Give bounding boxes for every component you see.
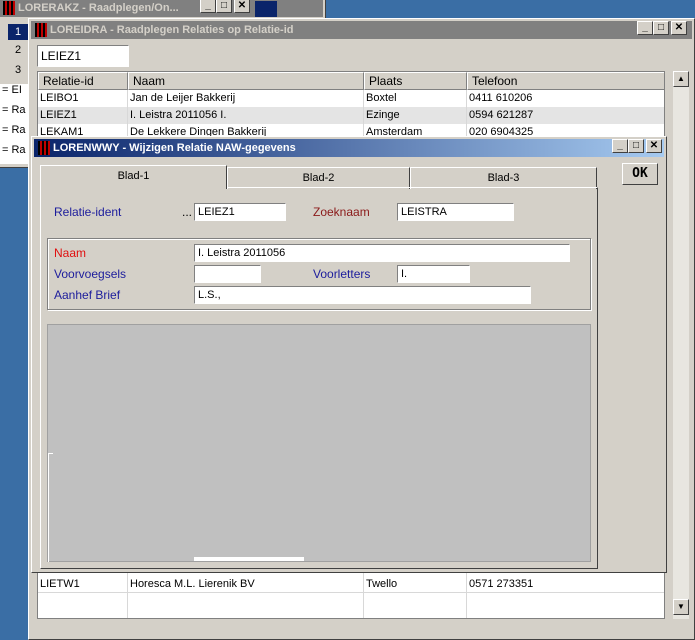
- titlebar-lorenwwy[interactable]: LORENWWY - Wijzigen Relatie NAW-gegevens: [34, 139, 664, 157]
- maximize-button[interactable]: □: [628, 139, 644, 153]
- scroll-up-arrow-icon[interactable]: ▲: [673, 71, 689, 87]
- cell-relatie-id: LEIBO1: [40, 92, 79, 104]
- window-lorenwwy: LORENWWY - Wijzigen Relatie NAW-gegevens…: [31, 136, 667, 573]
- system-menu-icon[interactable]: [3, 1, 15, 15]
- relatie-ident-label: Relatie-ident: [54, 205, 122, 219]
- close-button[interactable]: ✕: [646, 139, 662, 153]
- column-header-naam[interactable]: Naam: [128, 72, 364, 90]
- voorvoegsels-field[interactable]: [194, 265, 261, 283]
- minimize-button[interactable]: _: [612, 139, 628, 153]
- column-header-plaats[interactable]: Plaats: [364, 72, 467, 90]
- taskbar-strip: [255, 1, 277, 17]
- vertical-scrollbar[interactable]: ▲ ▼: [673, 71, 689, 619]
- voorletters-field[interactable]: I.: [397, 265, 470, 283]
- window-title: LORENWWY - Wijzigen Relatie NAW-gegevens: [53, 142, 296, 154]
- naam-field[interactable]: I. Leistra 2011056: [194, 244, 570, 262]
- row-number[interactable]: 1: [8, 24, 28, 40]
- column-header-telefoon[interactable]: Telefoon: [467, 72, 664, 90]
- voorvoegsels-label: Voorvoegsels: [54, 267, 127, 281]
- window-title: LOREIDRA - Raadplegen Relaties op Relati…: [50, 24, 294, 36]
- scroll-down-arrow-icon[interactable]: ▼: [673, 599, 689, 615]
- size-grip[interactable]: [655, 619, 673, 635]
- tab-blad-3[interactable]: Blad-3: [410, 167, 597, 189]
- side-label: = EI: [2, 84, 22, 96]
- table-row-selected[interactable]: LEIEZ1 I. Leistra 2011056 I. Ezinge 0594…: [38, 107, 664, 124]
- system-menu-icon[interactable]: [35, 23, 47, 37]
- relatie-ident-field[interactable]: LEIEZ1: [194, 203, 286, 221]
- cell-plaats: Ezinge: [366, 109, 400, 121]
- cell-naam: I. Leistra 2011056 I.: [130, 109, 227, 121]
- zoeknaam-field[interactable]: LEISTRA: [397, 203, 514, 221]
- cell-naam: Horesca M.L. Lierenik BV: [130, 578, 255, 590]
- close-button[interactable]: ✕: [234, 0, 250, 13]
- side-label: = Ra: [2, 144, 26, 156]
- cell-relatie-id: LEIEZ1: [40, 109, 77, 121]
- system-menu-icon[interactable]: [38, 141, 50, 155]
- minimize-button[interactable]: _: [637, 21, 653, 35]
- tab-blad-1[interactable]: Blad-1: [40, 165, 227, 189]
- row-number[interactable]: 3: [8, 64, 28, 76]
- row-divider: [38, 592, 664, 593]
- cell-telefoon: 0411 610206: [469, 92, 533, 104]
- maximize-button[interactable]: □: [216, 0, 232, 13]
- titlebar-loreidra[interactable]: LOREIDRA - Raadplegen Relaties op Relati…: [31, 21, 692, 39]
- ok-button[interactable]: OK: [622, 163, 658, 185]
- minimize-button[interactable]: _: [200, 0, 216, 13]
- zoeknaam-label: Zoeknaam: [313, 205, 370, 219]
- cell-naam: Jan de Leijer Bakkerij: [130, 92, 236, 104]
- close-button[interactable]: ✕: [671, 21, 687, 35]
- column-header-relatie-id[interactable]: Relatie-id: [38, 72, 128, 90]
- inner-frame-line: [48, 453, 53, 562]
- tab-blad-2[interactable]: Blad-2: [227, 167, 410, 189]
- side-label: = Ra: [2, 104, 26, 116]
- cell-telefoon: 0571 273351: [469, 578, 534, 590]
- table-row[interactable]: LEIBO1 Jan de Leijer Bakkerij Boxtel 041…: [38, 90, 664, 107]
- table-row[interactable]: LIETW1 Horesca M.L. Lierenik BV Twello 0…: [38, 576, 664, 593]
- relatie-search-input[interactable]: LEIEZ1: [37, 45, 129, 67]
- voorletters-label: Voorletters: [313, 267, 371, 281]
- tab-panel: Relatie-ident ... LEIEZ1 Zoeknaam LEISTR…: [40, 187, 598, 569]
- side-label: = Ra: [2, 124, 26, 136]
- maximize-button[interactable]: □: [653, 21, 669, 35]
- row-number[interactable]: 2: [8, 44, 28, 56]
- hidden-field-edge: [194, 557, 304, 561]
- relatie-ident-dots: ...: [182, 205, 193, 219]
- cell-plaats: Twello: [366, 578, 398, 590]
- window-title: LORERAKZ - Raadplegen/On...: [18, 2, 179, 14]
- cell-telefoon: 0594 621287: [469, 109, 534, 121]
- aanhef-field[interactable]: L.S.,: [194, 286, 531, 304]
- cell-plaats: Boxtel: [366, 92, 397, 104]
- aanhef-label: Aanhef Brief: [54, 288, 121, 302]
- naam-label: Naam: [54, 246, 87, 260]
- cell-relatie-id: LIETW1: [40, 578, 80, 590]
- empty-panel-area: [47, 324, 591, 562]
